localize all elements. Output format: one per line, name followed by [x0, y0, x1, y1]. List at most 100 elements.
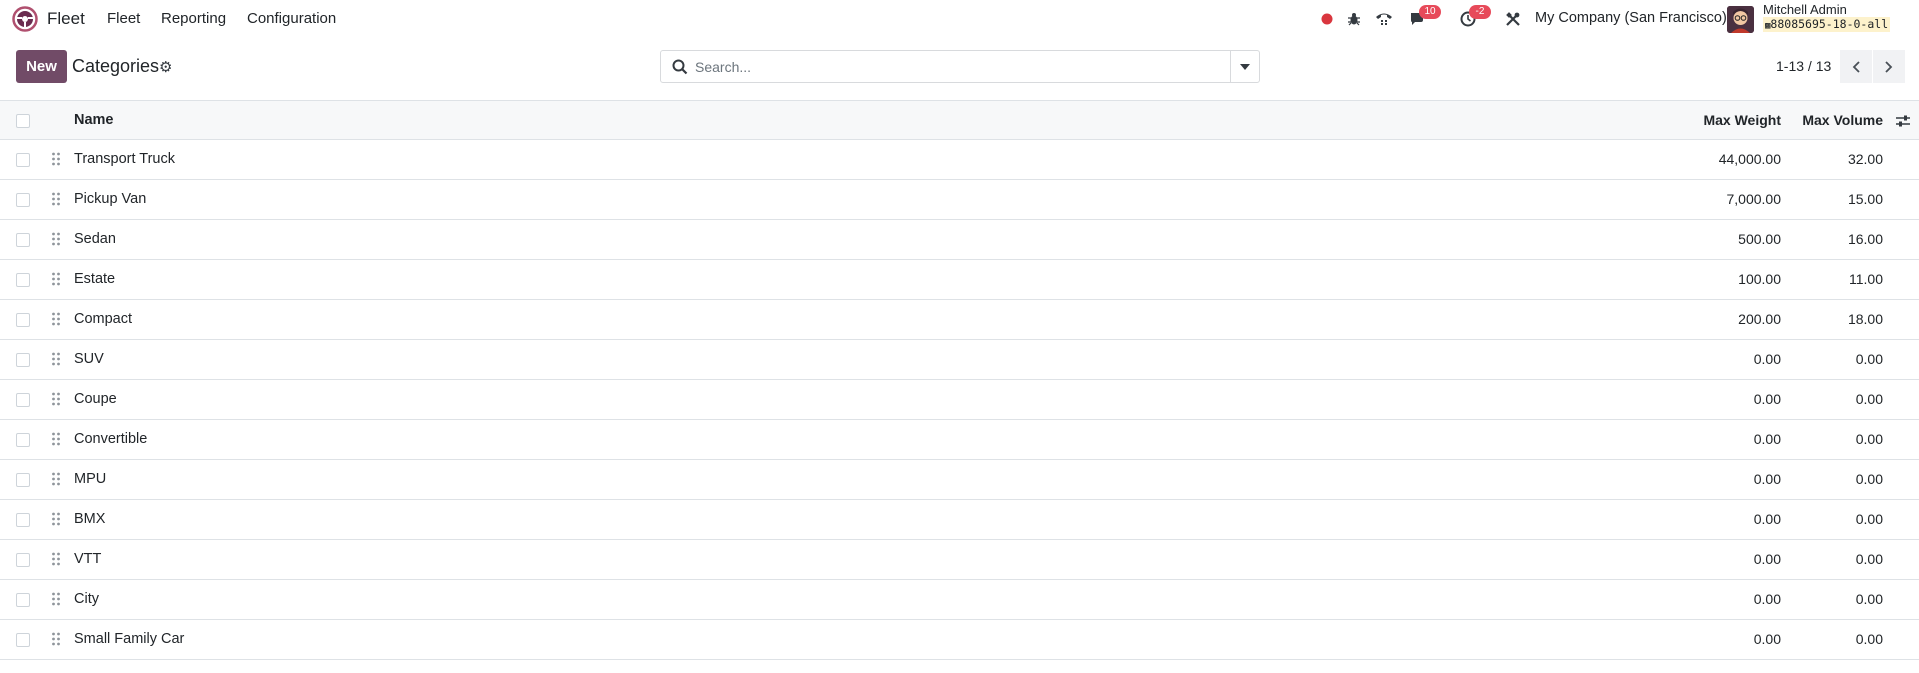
- cell-max-weight: 200.00: [1738, 311, 1781, 327]
- table-row[interactable]: BMX 0.00 0.00: [0, 500, 1919, 540]
- row-checkbox[interactable]: [16, 153, 30, 167]
- fleet-app-icon[interactable]: [12, 6, 38, 32]
- drag-handle-icon[interactable]: [51, 191, 61, 207]
- cell-name: Coupe: [74, 391, 117, 407]
- menu-reporting[interactable]: Reporting: [161, 10, 226, 27]
- search-options-toggle[interactable]: [1230, 51, 1259, 82]
- list-body: Transport Truck 44,000.00 32.00 Pickup V…: [0, 140, 1919, 660]
- cell-name: Small Family Car: [74, 631, 185, 647]
- search-icon: [672, 59, 688, 75]
- user-name[interactable]: Mitchell Admin: [1763, 2, 1847, 17]
- pager-value[interactable]: 1-13 / 13: [1776, 58, 1831, 74]
- chat-icon[interactable]: 10: [1408, 5, 1441, 29]
- select-all-checkbox[interactable]: [16, 114, 30, 128]
- drag-handle-icon[interactable]: [51, 271, 61, 287]
- drag-handle-icon[interactable]: [51, 351, 61, 367]
- row-checkbox[interactable]: [16, 593, 30, 607]
- table-row[interactable]: City 0.00 0.00: [0, 580, 1919, 620]
- row-checkbox[interactable]: [16, 313, 30, 327]
- drag-handle-icon[interactable]: [51, 391, 61, 407]
- table-row[interactable]: Estate 100.00 11.00: [0, 260, 1919, 300]
- row-checkbox[interactable]: [16, 473, 30, 487]
- optional-columns-icon[interactable]: [1895, 113, 1911, 129]
- table-row[interactable]: MPU 0.00 0.00: [0, 460, 1919, 500]
- database-name: ▩88085695-18-0-all: [1763, 17, 1891, 32]
- table-row[interactable]: Compact 200.00 18.00: [0, 300, 1919, 340]
- cell-max-volume: 0.00: [1855, 551, 1883, 567]
- drag-handle-icon[interactable]: [51, 551, 61, 567]
- header-name[interactable]: Name: [74, 112, 114, 128]
- menu-fleet[interactable]: Fleet: [107, 10, 140, 27]
- table-row[interactable]: SUV 0.00 0.00: [0, 340, 1919, 380]
- cell-max-weight: 100.00: [1738, 271, 1781, 287]
- company-switcher[interactable]: My Company (San Francisco): [1535, 10, 1727, 26]
- cell-max-volume: 0.00: [1855, 431, 1883, 447]
- cell-max-volume: 0.00: [1855, 391, 1883, 407]
- table-row[interactable]: Sedan 500.00 16.00: [0, 220, 1919, 260]
- drag-handle-icon[interactable]: [51, 231, 61, 247]
- cell-max-weight: 0.00: [1753, 391, 1781, 407]
- new-button[interactable]: New: [16, 50, 67, 83]
- cell-name: BMX: [74, 511, 106, 527]
- user-avatar[interactable]: [1727, 6, 1754, 33]
- header-max-weight[interactable]: Max Weight: [1703, 112, 1781, 128]
- cell-name: Transport Truck: [74, 151, 175, 167]
- pager-next-button[interactable]: [1873, 50, 1905, 83]
- drag-handle-icon[interactable]: [51, 431, 61, 447]
- chevron-right-icon: [1885, 60, 1893, 73]
- header-max-volume[interactable]: Max Volume: [1802, 112, 1883, 128]
- drag-handle-icon[interactable]: [51, 591, 61, 607]
- tools-icon[interactable]: [1503, 9, 1523, 29]
- row-checkbox[interactable]: [16, 553, 30, 567]
- cell-max-volume: 0.00: [1855, 351, 1883, 367]
- drag-handle-icon[interactable]: [51, 311, 61, 327]
- cell-max-weight: 0.00: [1753, 351, 1781, 367]
- gear-icon[interactable]: ⚙: [159, 58, 172, 76]
- top-navbar: Fleet Fleet Reporting Configuration 10 -…: [0, 0, 1919, 38]
- activities-badge: -2: [1469, 5, 1491, 19]
- table-row[interactable]: VTT 0.00 0.00: [0, 540, 1919, 580]
- cell-name: Estate: [74, 271, 116, 287]
- table-row[interactable]: Small Family Car 0.00 0.00: [0, 620, 1919, 660]
- categories-list: Name Max Weight Max Volume Transport Tru…: [0, 100, 1919, 660]
- row-checkbox[interactable]: [16, 633, 30, 647]
- recording-dot-icon[interactable]: [1317, 9, 1337, 29]
- cell-max-volume: 11.00: [1849, 271, 1883, 287]
- cell-max-volume: 16.00: [1847, 231, 1883, 247]
- row-checkbox[interactable]: [16, 513, 30, 527]
- cell-max-weight: 0.00: [1753, 551, 1781, 567]
- pager-previous-button[interactable]: [1840, 50, 1872, 83]
- app-name[interactable]: Fleet: [47, 9, 85, 29]
- row-checkbox[interactable]: [16, 193, 30, 207]
- clock-icon[interactable]: -2: [1458, 5, 1491, 29]
- chevron-left-icon: [1852, 60, 1860, 73]
- table-row[interactable]: Pickup Van 7,000.00 15.00: [0, 180, 1919, 220]
- row-checkbox[interactable]: [16, 233, 30, 247]
- cell-name: Sedan: [74, 231, 116, 247]
- page-title: Categories: [72, 56, 160, 76]
- messages-badge: 10: [1419, 5, 1441, 19]
- cell-max-weight: 0.00: [1753, 471, 1781, 487]
- row-checkbox[interactable]: [16, 353, 30, 367]
- cell-max-volume: 15.00: [1847, 191, 1883, 207]
- table-row[interactable]: Convertible 0.00 0.00: [0, 420, 1919, 460]
- row-checkbox[interactable]: [16, 393, 30, 407]
- row-checkbox[interactable]: [16, 433, 30, 447]
- search-bar: [660, 50, 1260, 83]
- table-row[interactable]: Coupe 0.00 0.00: [0, 380, 1919, 420]
- drag-handle-icon[interactable]: [51, 511, 61, 527]
- cell-max-weight: 0.00: [1753, 591, 1781, 607]
- phone-icon[interactable]: [1374, 9, 1394, 29]
- row-checkbox[interactable]: [16, 273, 30, 287]
- drag-handle-icon[interactable]: [51, 471, 61, 487]
- drag-handle-icon[interactable]: [51, 151, 61, 167]
- cell-max-volume: 0.00: [1855, 631, 1883, 647]
- menu-configuration[interactable]: Configuration: [247, 10, 336, 27]
- drag-handle-icon[interactable]: [51, 631, 61, 647]
- cell-max-volume: 0.00: [1855, 511, 1883, 527]
- cell-max-weight: 44,000.00: [1718, 151, 1781, 167]
- search-input[interactable]: [693, 51, 1213, 82]
- list-header: Name Max Weight Max Volume: [0, 100, 1919, 140]
- table-row[interactable]: Transport Truck 44,000.00 32.00: [0, 140, 1919, 180]
- bug-icon[interactable]: [1344, 9, 1364, 29]
